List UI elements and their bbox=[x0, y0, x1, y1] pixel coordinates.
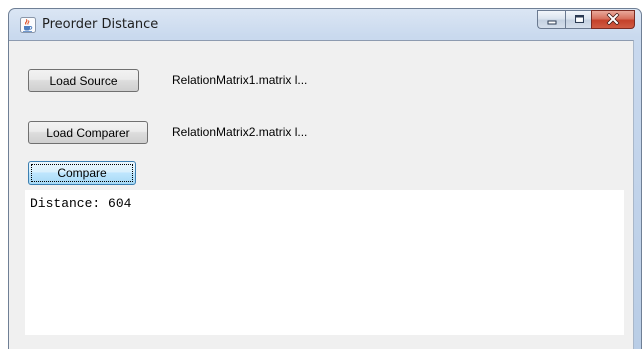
compare-button-label: Compare bbox=[57, 166, 107, 180]
source-file-label: RelationMatrix1.matrix l... bbox=[172, 73, 308, 87]
output-text-area[interactable]: Distance: 604 bbox=[25, 190, 624, 335]
app-window: Preorder Distance Load Source RelationMa… bbox=[8, 8, 642, 349]
title-bar[interactable]: Preorder Distance bbox=[9, 9, 641, 41]
minimize-button[interactable] bbox=[537, 10, 565, 29]
comparer-file-label: RelationMatrix2.matrix l... bbox=[172, 125, 308, 139]
close-icon bbox=[606, 10, 620, 29]
load-comparer-button[interactable]: Load Comparer bbox=[28, 121, 148, 144]
caption-buttons bbox=[537, 10, 635, 29]
window-title: Preorder Distance bbox=[42, 17, 159, 32]
maximize-icon bbox=[573, 10, 585, 29]
minimize-icon bbox=[546, 10, 558, 29]
load-source-button[interactable]: Load Source bbox=[28, 69, 139, 92]
java-coffee-cup-icon bbox=[20, 17, 36, 33]
compare-button[interactable]: Compare bbox=[28, 161, 136, 185]
close-button[interactable] bbox=[591, 10, 635, 29]
client-area: Load Source RelationMatrix1.matrix l... … bbox=[9, 40, 634, 349]
maximize-button[interactable] bbox=[565, 10, 591, 29]
